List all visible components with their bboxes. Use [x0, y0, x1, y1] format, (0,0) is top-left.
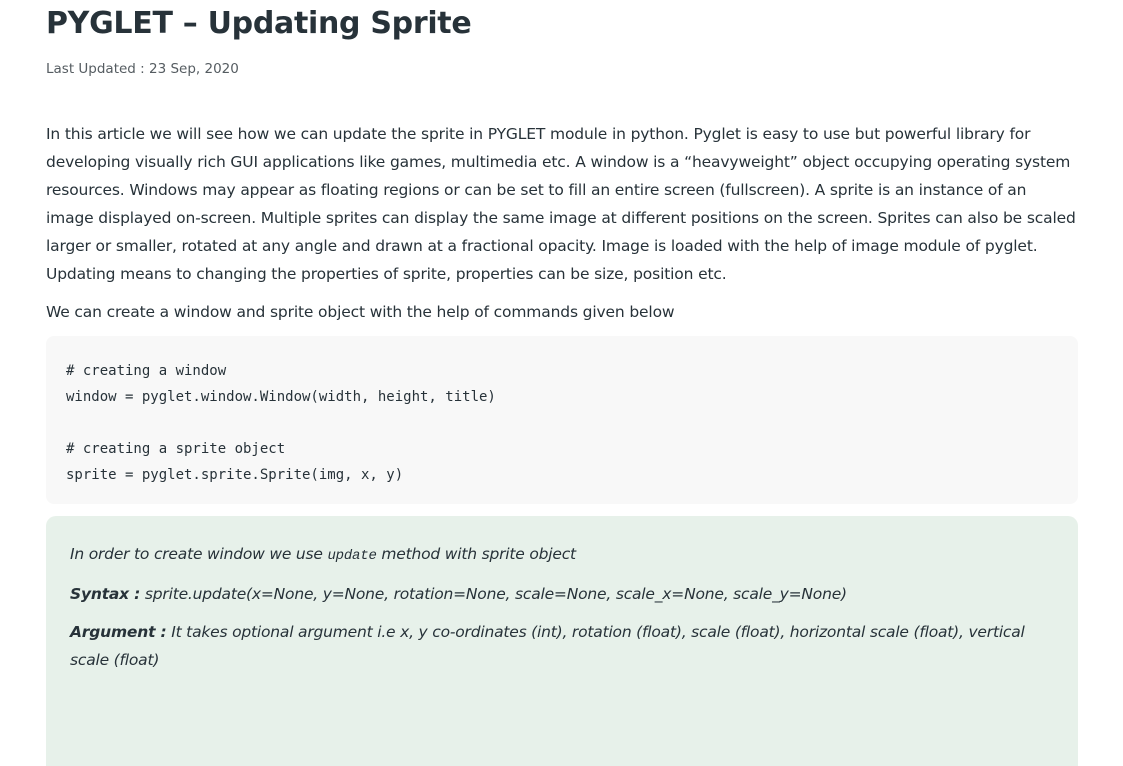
- note-description: In order to create window we use update …: [70, 540, 1054, 570]
- argument-text: It takes optional argument i.e x, y co-o…: [70, 623, 1025, 669]
- syntax-text: sprite.update(x=None, y=None, rotation=N…: [140, 585, 847, 603]
- code-block: # creating a window window = pyglet.wind…: [46, 336, 1078, 504]
- code-lead-paragraph: We can create a window and sprite object…: [46, 303, 675, 321]
- page-title: PYGLET – Updating Sprite: [46, 6, 472, 41]
- intro-paragraph: In this article we will see how we can u…: [46, 125, 1076, 283]
- code-line: # creating a sprite object: [66, 441, 286, 457]
- note-argument: Argument : It takes optional argument i.…: [70, 618, 1054, 674]
- note-syntax: Syntax : sprite.update(x=None, y=None, r…: [70, 580, 1054, 608]
- syntax-label: Syntax :: [70, 585, 141, 603]
- code-line: window = pyglet.window.Window(width, hei…: [66, 389, 496, 405]
- last-updated-date: Last Updated : 23 Sep, 2020: [46, 61, 239, 77]
- code-line: # creating a window: [66, 363, 227, 379]
- note-text: In order to create window we use: [70, 545, 328, 563]
- info-note-box: In order to create window we use update …: [46, 516, 1078, 766]
- code-line: sprite = pyglet.sprite.Sprite(img, x, y): [66, 467, 404, 483]
- note-text: method with sprite object: [376, 545, 576, 563]
- inline-code-update: update: [327, 548, 377, 564]
- argument-label: Argument :: [70, 623, 167, 641]
